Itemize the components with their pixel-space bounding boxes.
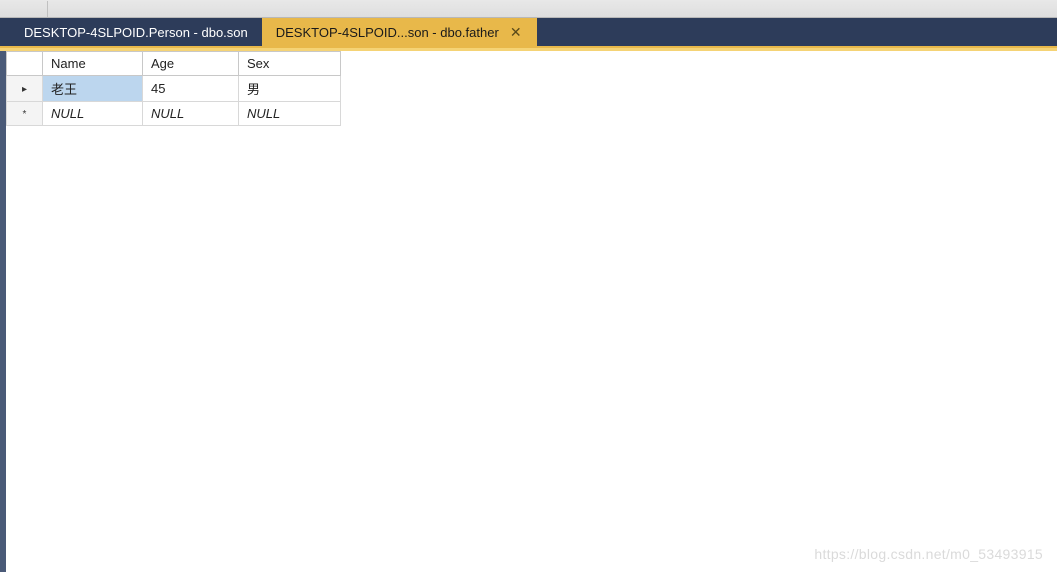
tab-dbo-son[interactable]: DESKTOP-4SLPOID.Person - dbo.son: [10, 18, 262, 46]
data-grid-container: Name Age Sex ▸ 老王 45 男 * NULL NULL NULL: [6, 51, 341, 572]
cell-name[interactable]: 老王: [43, 76, 143, 102]
tab-label: DESKTOP-4SLPOID.Person - dbo.son: [24, 25, 248, 40]
row-indicator[interactable]: ▸: [7, 76, 43, 102]
table-row[interactable]: ▸ 老王 45 男: [7, 76, 341, 102]
row-indicator[interactable]: *: [7, 102, 43, 126]
cell-age[interactable]: 45: [143, 76, 239, 102]
table-row[interactable]: * NULL NULL NULL: [7, 102, 341, 126]
data-grid[interactable]: Name Age Sex ▸ 老王 45 男 * NULL NULL NULL: [6, 51, 341, 126]
grid-body: ▸ 老王 45 男 * NULL NULL NULL: [7, 76, 341, 126]
toolbar-divider: [18, 1, 48, 17]
grid-corner[interactable]: [7, 52, 43, 76]
cell-sex[interactable]: 男: [239, 76, 341, 102]
cell-name[interactable]: NULL: [43, 102, 143, 126]
close-icon[interactable]: ✕: [509, 25, 523, 39]
content-area: Name Age Sex ▸ 老王 45 男 * NULL NULL NULL: [0, 51, 1057, 572]
column-header-age[interactable]: Age: [143, 52, 239, 76]
tab-bar: DESKTOP-4SLPOID.Person - dbo.son DESKTOP…: [0, 18, 1057, 48]
toolbar-fragment: [0, 0, 1057, 18]
column-header-name[interactable]: Name: [43, 52, 143, 76]
cell-sex[interactable]: NULL: [239, 102, 341, 126]
cell-age[interactable]: NULL: [143, 102, 239, 126]
watermark: https://blog.csdn.net/m0_53493915: [814, 546, 1043, 562]
tab-dbo-father[interactable]: DESKTOP-4SLPOID...son - dbo.father ✕: [262, 18, 537, 46]
tab-label: DESKTOP-4SLPOID...son - dbo.father: [276, 25, 499, 40]
column-header-sex[interactable]: Sex: [239, 52, 341, 76]
header-row: Name Age Sex: [7, 52, 341, 76]
